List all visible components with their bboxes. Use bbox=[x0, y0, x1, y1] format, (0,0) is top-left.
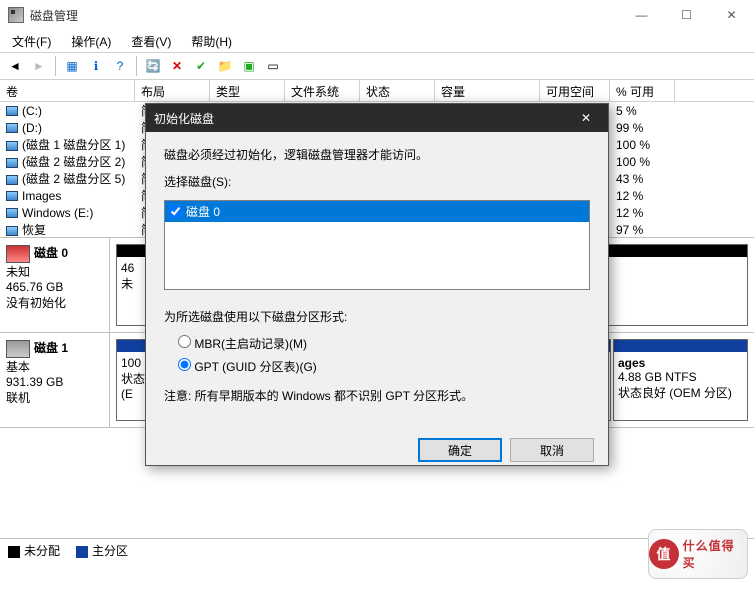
watermark-text: 什么值得买 bbox=[683, 537, 747, 571]
minimize-button[interactable]: — bbox=[619, 0, 664, 30]
initialize-disk-dialog: 初始化磁盘 ✕ 磁盘必须经过初始化，逻辑磁盘管理器才能访问。 选择磁盘(S): … bbox=[145, 103, 609, 466]
toolbar: ◄ ► ▦ ℹ ? 🔄 ✕ ✔ 📁 ▣ ▭ bbox=[0, 52, 754, 80]
mbr-option[interactable]: MBR(主启动记录)(M) bbox=[178, 335, 590, 352]
disk-select-list[interactable]: 磁盘 0 bbox=[164, 200, 590, 290]
cancel-button[interactable]: 取消 bbox=[510, 438, 594, 462]
dialog-note: 注意: 所有早期版本的 Windows 都不识别 GPT 分区形式。 bbox=[164, 387, 590, 404]
gpt-radio[interactable] bbox=[178, 358, 191, 371]
forward-button[interactable]: ► bbox=[28, 55, 50, 77]
view-list-button[interactable]: ▦ bbox=[61, 55, 83, 77]
col-pct[interactable]: % 可用 bbox=[610, 80, 675, 101]
delete-button[interactable]: ✕ bbox=[166, 55, 188, 77]
window-titlebar: 磁盘管理 — ☐ ✕ bbox=[0, 0, 754, 30]
mbr-radio[interactable] bbox=[178, 335, 191, 348]
disk0-checkbox[interactable] bbox=[169, 205, 182, 218]
disk0-title: 磁盘 0 bbox=[34, 246, 68, 260]
refresh-button[interactable]: 🔄 bbox=[142, 55, 164, 77]
disk0-info: 磁盘 0 未知 465.76 GB 没有初始化 bbox=[0, 238, 110, 332]
back-button[interactable]: ◄ bbox=[4, 55, 26, 77]
extra-button[interactable]: ▭ bbox=[262, 55, 284, 77]
legend-primary-icon bbox=[76, 546, 88, 558]
legend-unalloc: 未分配 bbox=[24, 544, 60, 558]
disk0-status: 未知 bbox=[6, 263, 103, 280]
menu-action[interactable]: 操作(A) bbox=[65, 31, 117, 52]
watermark-icon: 值 bbox=[649, 539, 679, 569]
dialog-close-button[interactable]: ✕ bbox=[572, 104, 600, 132]
window-title: 磁盘管理 bbox=[30, 7, 619, 24]
properties-button[interactable]: ℹ bbox=[85, 55, 107, 77]
col-fs[interactable]: 文件系统 bbox=[285, 80, 360, 101]
watermark-logo: 值 什么值得买 bbox=[648, 529, 748, 579]
disk-error-icon bbox=[6, 245, 30, 263]
col-free[interactable]: 可用空间 bbox=[540, 80, 610, 101]
menu-bar: 文件(F) 操作(A) 查看(V) 帮助(H) bbox=[0, 30, 754, 52]
legend: 未分配 主分区 bbox=[0, 538, 754, 562]
dialog-title: 初始化磁盘 bbox=[154, 110, 572, 127]
col-status[interactable]: 状态 bbox=[360, 80, 435, 101]
menu-file[interactable]: 文件(F) bbox=[6, 31, 57, 52]
disk1-p4[interactable]: ages 4.88 GB NTFS 状态良好 (OEM 分区) bbox=[613, 339, 748, 421]
list-header: 卷 布局 类型 文件系统 状态 容量 可用空间 % 可用 bbox=[0, 80, 754, 102]
disk0-init: 没有初始化 bbox=[6, 294, 103, 311]
maximize-button[interactable]: ☐ bbox=[664, 0, 709, 30]
disk0-size: 465.76 GB bbox=[6, 280, 103, 294]
app-icon bbox=[8, 7, 24, 23]
disk0-label: 磁盘 0 bbox=[186, 203, 220, 220]
col-capacity[interactable]: 容量 bbox=[435, 80, 540, 101]
gpt-option[interactable]: GPT (GUID 分区表)(G) bbox=[178, 358, 590, 375]
disk1-size: 931.39 GB bbox=[6, 375, 103, 389]
disk1-status: 基本 bbox=[6, 358, 103, 375]
disk1-init: 联机 bbox=[6, 389, 103, 406]
close-button[interactable]: ✕ bbox=[709, 0, 754, 30]
folder-button[interactable]: 📁 bbox=[214, 55, 236, 77]
new-button[interactable]: ▣ bbox=[238, 55, 260, 77]
ok-button[interactable]: 确定 bbox=[418, 438, 502, 462]
dialog-message: 磁盘必须经过初始化，逻辑磁盘管理器才能访问。 bbox=[164, 146, 590, 163]
legend-unalloc-icon bbox=[8, 546, 20, 558]
disk-select-item[interactable]: 磁盘 0 bbox=[165, 201, 589, 222]
menu-view[interactable]: 查看(V) bbox=[125, 31, 177, 52]
dialog-titlebar[interactable]: 初始化磁盘 ✕ bbox=[146, 104, 608, 132]
legend-primary: 主分区 bbox=[92, 544, 128, 558]
disk1-info: 磁盘 1 基本 931.39 GB 联机 bbox=[0, 333, 110, 427]
partition-style-label: 为所选磁盘使用以下磁盘分区形式: bbox=[164, 308, 590, 325]
col-layout[interactable]: 布局 bbox=[135, 80, 210, 101]
disk-icon bbox=[6, 340, 30, 358]
menu-help[interactable]: 帮助(H) bbox=[185, 31, 238, 52]
col-volume[interactable]: 卷 bbox=[0, 80, 135, 101]
select-disk-label: 选择磁盘(S): bbox=[164, 173, 590, 190]
check-button[interactable]: ✔ bbox=[190, 55, 212, 77]
disk1-title: 磁盘 1 bbox=[34, 341, 68, 355]
help-button[interactable]: ? bbox=[109, 55, 131, 77]
col-type[interactable]: 类型 bbox=[210, 80, 285, 101]
